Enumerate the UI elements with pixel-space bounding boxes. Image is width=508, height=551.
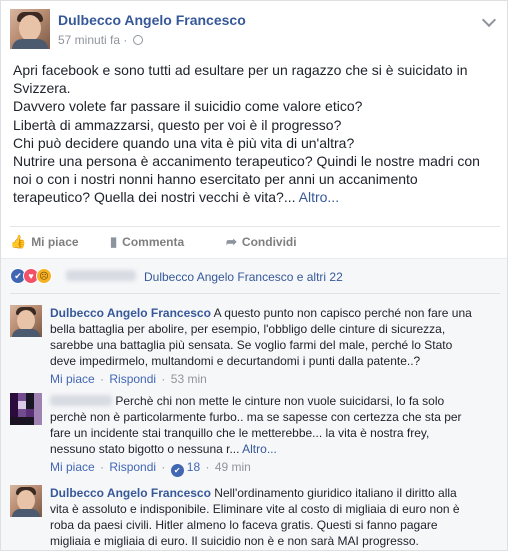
avatar-pixel [26,409,34,417]
post-line: Chi può decidere quando una vita è più v… [13,134,355,151]
comment-label: Commenta [122,235,185,249]
post-timestamp[interactable]: 57 minuti fa [58,33,120,47]
avatar-face [17,490,35,511]
comment-text-line: deve impedirmelo, multandomi e decurtand… [50,354,421,368]
avatar-shirt [12,39,48,49]
share-arrow-icon: ➦ [226,234,237,249]
commenter-name[interactable]: Dulbecco Angelo Francesco [50,486,211,500]
post-line: noi o con i nostri nonni hanno esercitat… [13,171,418,188]
see-more-link[interactable]: Altro... [299,189,339,205]
comment-time[interactable]: 53 min [171,372,207,386]
globe-icon[interactable] [132,35,143,45]
comment-like-link[interactable]: Mi piace [50,372,95,386]
author-avatar[interactable] [10,9,50,49]
meta-separator: · [123,33,128,47]
redacted-name [66,270,136,281]
comment-like-link[interactable]: Mi piace [50,460,95,474]
comments-section: ✔ ♥ ☹ Dulbecco Angelo Francesco e altri … [1,258,507,550]
post-card: Dulbecco Angelo Francesco 57 minuti fa ·… [0,0,508,551]
reactions-text[interactable]: Dulbecco Angelo Francesco e altri 22 [144,270,343,284]
commenter-avatar[interactable] [10,485,42,517]
avatar-pixel [10,417,26,425]
comment-text: A questo punto non capisco perché non fa… [213,306,472,320]
post-last-line: terapeutico? Quella dei nostri vecchi è … [13,189,296,206]
post-line: Nutrire una persona è accanimento terape… [13,153,480,170]
comment-text-line: vita è assoluto e indisponibile. Elimina… [50,502,460,516]
thumbs-up-icon: 👍 [10,234,27,249]
post-text: Apri facebook e sono tutti ad esultare p… [13,61,497,207]
comment-text: Perchè chi non mette le cinture non vuol… [115,394,445,408]
meta-dot: · [161,372,166,386]
share-button[interactable]: ➦ Condividi [226,234,297,250]
commenter-avatar[interactable] [10,393,42,425]
comment-time[interactable]: 49 min [215,460,251,474]
comment-text-line: sarebbe una battaglia più sensata. Se vo… [50,338,453,352]
comment-text-line: bella battaglia per abolire, per esempio… [50,322,446,336]
comment-text-line: Dulbecco Angelo Francesco Nell'ordinamen… [50,485,500,501]
comment-button[interactable]: ▮ Commenta [110,234,184,250]
comment-meta: Mi piace · Rispondi · 53 min [50,371,500,387]
comment-last-line: nessuno stato bigotto o nessuna r... [50,442,240,456]
comment-text-line: perchè non è particolarmente furbo.. ma … [50,410,462,424]
redacted-commenter-name[interactable] [50,395,112,406]
comment-text-line: Perchè chi non mette le cinture non vuol… [50,393,500,409]
meta-dot: · [161,460,166,474]
comment-text-line: fare un incidente stai tranquillo che le… [50,426,430,440]
chevron-down-icon[interactable] [481,12,497,28]
sad-reaction-icon: ☹ [36,268,52,284]
meta-dot: · [100,372,105,386]
post-line: Apri facebook e sono tutti ad esultare p… [13,62,468,78]
reaction-icons: ✔ ♥ ☹ [10,268,60,284]
comment-reply-link[interactable]: Rispondi [109,460,156,474]
comment-meta: Mi piace · Rispondi · ✔ 18 · 49 min [50,459,500,477]
meta-dot: · [100,460,105,474]
share-label: Condividi [241,235,297,249]
post-actions-bar: 👍 Mi piace ▮ Commenta ➦ Condividi [10,226,500,256]
comment-body: Perchè chi non mette le cinture non vuol… [50,393,500,477]
avatar-shirt [12,329,40,337]
comment-text: Nell'ordinamento giuridico italiano il d… [214,486,457,500]
divider [10,293,500,294]
reactions-summary[interactable]: ✔ ♥ ☹ Dulbecco Angelo Francesco e altri … [10,267,500,287]
post-line: terapeutico? Quella dei nostri vecchi è … [13,188,497,206]
post-author-name[interactable]: Dulbecco Angelo Francesco [58,12,246,28]
comment-text-line: roba da paesi civili. Hitler almeno lo f… [50,518,438,532]
post-meta: 57 minuti fa · [58,33,143,47]
comment-body: Dulbecco Angelo Francesco Nell'ordinamen… [50,485,500,549]
commenter-avatar[interactable] [10,305,42,337]
comment-text-line: migliaia e migliaia di euro. Il suicidio… [50,534,419,548]
commenter-name[interactable]: Dulbecco Angelo Francesco [50,306,211,320]
post-header: Dulbecco Angelo Francesco 57 minuti fa · [10,9,500,53]
comment-text-line: Dulbecco Angelo Francesco A questo punto… [50,305,500,321]
like-count-icon: ✔ [170,464,184,477]
comment-text-line: nessuno stato bigotto o nessuna r... Alt… [50,441,500,457]
meta-dot: · [205,460,210,474]
post-line: Davvero volete far passare il suicidio c… [13,98,363,115]
comment-like-count[interactable]: 18 [187,460,200,474]
avatar-shirt [12,509,40,517]
post-line: Libertà di ammazzarsi, questo per voi è … [13,116,342,133]
avatar-face [19,15,41,41]
comment-body: Dulbecco Angelo Francesco A questo punto… [50,305,500,387]
see-more-link[interactable]: Altro... [242,442,277,456]
post-line: Svizzera. [13,80,71,97]
avatar-pixel [18,401,26,409]
like-label: Mi piace [31,235,79,249]
avatar-face [17,310,35,331]
comment-reply-link[interactable]: Rispondi [109,372,156,386]
like-button[interactable]: 👍 Mi piace [10,234,79,250]
comment-icon: ▮ [110,234,118,249]
